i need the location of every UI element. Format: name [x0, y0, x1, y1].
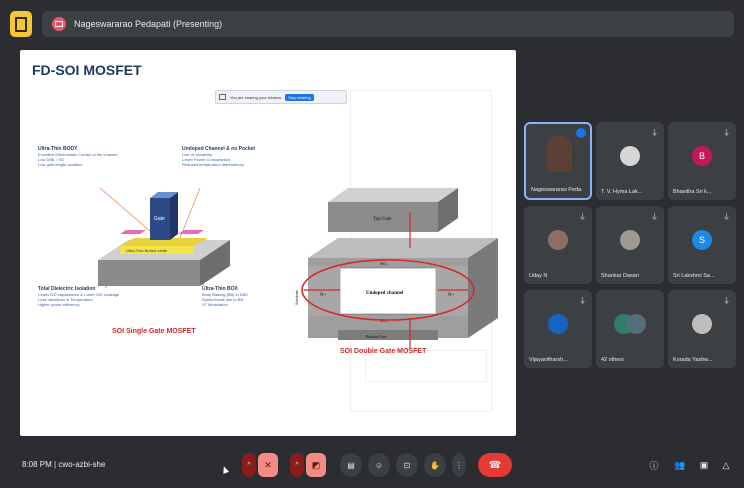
- present-icon[interactable]: ⊡: [396, 453, 418, 477]
- gate-label: Gate: [154, 216, 165, 222]
- presenter-banner[interactable]: Nageswararao Pedapati (Presenting): [42, 11, 734, 37]
- participant-name: Nageswararao Peda: [531, 187, 582, 193]
- top-gate-label: Top Gate: [373, 217, 392, 222]
- participant-tile[interactable]: ⏚ S Sri Lakshmi Sa...: [668, 206, 736, 284]
- participant-tile[interactable]: ⏚ Korada Yashw...: [668, 290, 736, 368]
- participant-tile[interactable]: ⏚ Vijayavitharsh...: [524, 290, 592, 368]
- single-gate-diagram: Gate Ultra-Thin Buried oxide: [98, 187, 230, 288]
- substrate-front: [98, 260, 200, 286]
- clock-time: 8:08 PM: [22, 460, 52, 469]
- gate-side: [170, 192, 178, 240]
- bottom-gate-front: [338, 330, 438, 340]
- mic-off-icon: ⏚: [579, 214, 586, 221]
- mic-off-icon: ⏚: [651, 130, 658, 137]
- box-line: VT Modulation: [202, 302, 228, 307]
- camera-options-chevron[interactable]: ^: [290, 453, 304, 477]
- chat-icon[interactable]: ▣: [698, 458, 710, 472]
- buried-oxide-label: Ultra-Thin Buried oxide: [126, 248, 168, 253]
- sio2-top-label: SiO₂: [380, 261, 388, 266]
- participant-name: Bhavitha Sri k...: [673, 189, 712, 195]
- avatar: [692, 314, 712, 334]
- presenting-icon: [52, 17, 66, 31]
- participant-name: T. V. Hyma Lak...: [601, 189, 643, 195]
- drain-block: [436, 266, 468, 316]
- menu-icon[interactable]: [10, 11, 32, 37]
- mic-options-chevron[interactable]: ^: [242, 453, 256, 477]
- captions-icon[interactable]: ▤: [340, 453, 362, 477]
- source-region: [120, 230, 146, 234]
- participant-name: Sri Lakshmi Sa...: [673, 273, 715, 279]
- pin-icon[interactable]: [576, 128, 586, 138]
- avatar: [620, 230, 640, 250]
- participant-name: Uday N: [529, 273, 548, 279]
- shared-screen: FD-SOI MOSFET You are sharing your windo…: [20, 50, 516, 436]
- avatar: [626, 314, 646, 334]
- top-bar: Nageswararao Pedapati (Presenting): [10, 8, 736, 40]
- meeting-time-and-code: 8:08 PM | cwo-azbi-she: [22, 460, 106, 469]
- dielectric-line: Higher power efficiency: [38, 302, 80, 307]
- mic-off-icon: ⏚: [723, 214, 730, 221]
- avatar: [548, 230, 568, 250]
- screen-icon: [219, 94, 226, 100]
- more-icon[interactable]: ⋮: [452, 453, 466, 477]
- meeting-code: cwo-azbi-she: [58, 460, 106, 469]
- participants-panel: Nageswararao Peda ⏚ T. V. Hyma Lak... ⏚ …: [520, 118, 744, 378]
- substrate-label: Substrate: [295, 290, 299, 305]
- sharing-notification: You are sharing your window Stop sharing: [215, 90, 347, 104]
- mic-off-icon: ⏚: [723, 298, 730, 305]
- participant-tile[interactable]: ⏚ Shankar Dasari: [596, 206, 664, 284]
- participant-tile-others[interactable]: 42 others: [596, 290, 664, 368]
- bottom-gate-label: Bottom Gate: [366, 334, 387, 339]
- camera-off-icon[interactable]: ◩: [306, 453, 326, 477]
- presenter-name: Nageswararao Pedapati (Presenting): [74, 19, 223, 29]
- participant-name: Korada Yashw...: [673, 357, 713, 363]
- avatar: S: [692, 230, 712, 250]
- top-gate-top: [328, 188, 458, 202]
- n-plus-right: N+: [448, 293, 455, 298]
- ultra-thin-body-label: Ultra-Thin BODY Excellent Electrostatic …: [38, 146, 148, 167]
- raise-hand-icon[interactable]: ✋: [424, 453, 446, 477]
- n-plus-left: N+: [320, 293, 327, 298]
- ultra-thin-body-line: Low gate length variation: [38, 162, 83, 167]
- source-block: [308, 266, 340, 316]
- avatar: [548, 314, 568, 334]
- participant-name: Shankar Dasari: [601, 273, 639, 279]
- drain-region: [178, 230, 204, 234]
- participant-video: [546, 136, 572, 172]
- body-top: [308, 238, 498, 258]
- sharing-text: You are sharing your window: [230, 94, 282, 100]
- mic-off-icon[interactable]: ✕: [258, 453, 278, 477]
- emoji-icon[interactable]: ☺: [368, 453, 390, 477]
- avatar: B: [692, 146, 712, 166]
- stop-sharing-button[interactable]: Stop sharing: [285, 93, 314, 101]
- slide-title: FD-SOI MOSFET: [32, 62, 142, 78]
- end-call-icon[interactable]: ☎: [478, 453, 512, 477]
- avatar: [620, 146, 640, 166]
- participant-name: Vijayavitharsh...: [529, 357, 568, 363]
- participant-tile-self[interactable]: Nageswararao Peda: [524, 122, 592, 200]
- double-gate-caption: SOI Double Gate MOSFET: [340, 348, 427, 355]
- info-icon[interactable]: ⓘ: [648, 458, 660, 472]
- mic-off-icon: ⏚: [579, 298, 586, 305]
- bottom-bar: 8:08 PM | cwo-azbi-she ^ ✕ ^ ◩ ▤ ☺ ⊡ ✋ ⋮…: [0, 444, 744, 488]
- people-icon[interactable]: 👥: [674, 458, 686, 472]
- participant-tile[interactable]: ⏚ Uday N: [524, 206, 592, 284]
- participant-name: 42 others: [601, 357, 624, 363]
- undoped-channel-label: Undoped channel: [366, 291, 404, 296]
- double-gate-diagram: Top Gate N+ N+ Undoped channel SiO₂ SiO₂…: [295, 188, 498, 348]
- mic-off-icon: ⏚: [723, 130, 730, 137]
- participant-tile[interactable]: ⏚ B Bhavitha Sri k...: [668, 122, 736, 200]
- activities-icon[interactable]: △: [720, 458, 732, 472]
- single-gate-caption: SOI Single Gate MOSFET: [112, 328, 196, 335]
- ultra-thin-box-label: Ultra-Thin BOX Body Biasing (BB) in DBE …: [202, 286, 302, 307]
- mic-off-icon: ⏚: [651, 214, 658, 221]
- participant-tile[interactable]: ⏚ T. V. Hyma Lak...: [596, 122, 664, 200]
- dielectric-isolation-label: Total Dielectric Isolation Lower S/D cap…: [38, 286, 158, 307]
